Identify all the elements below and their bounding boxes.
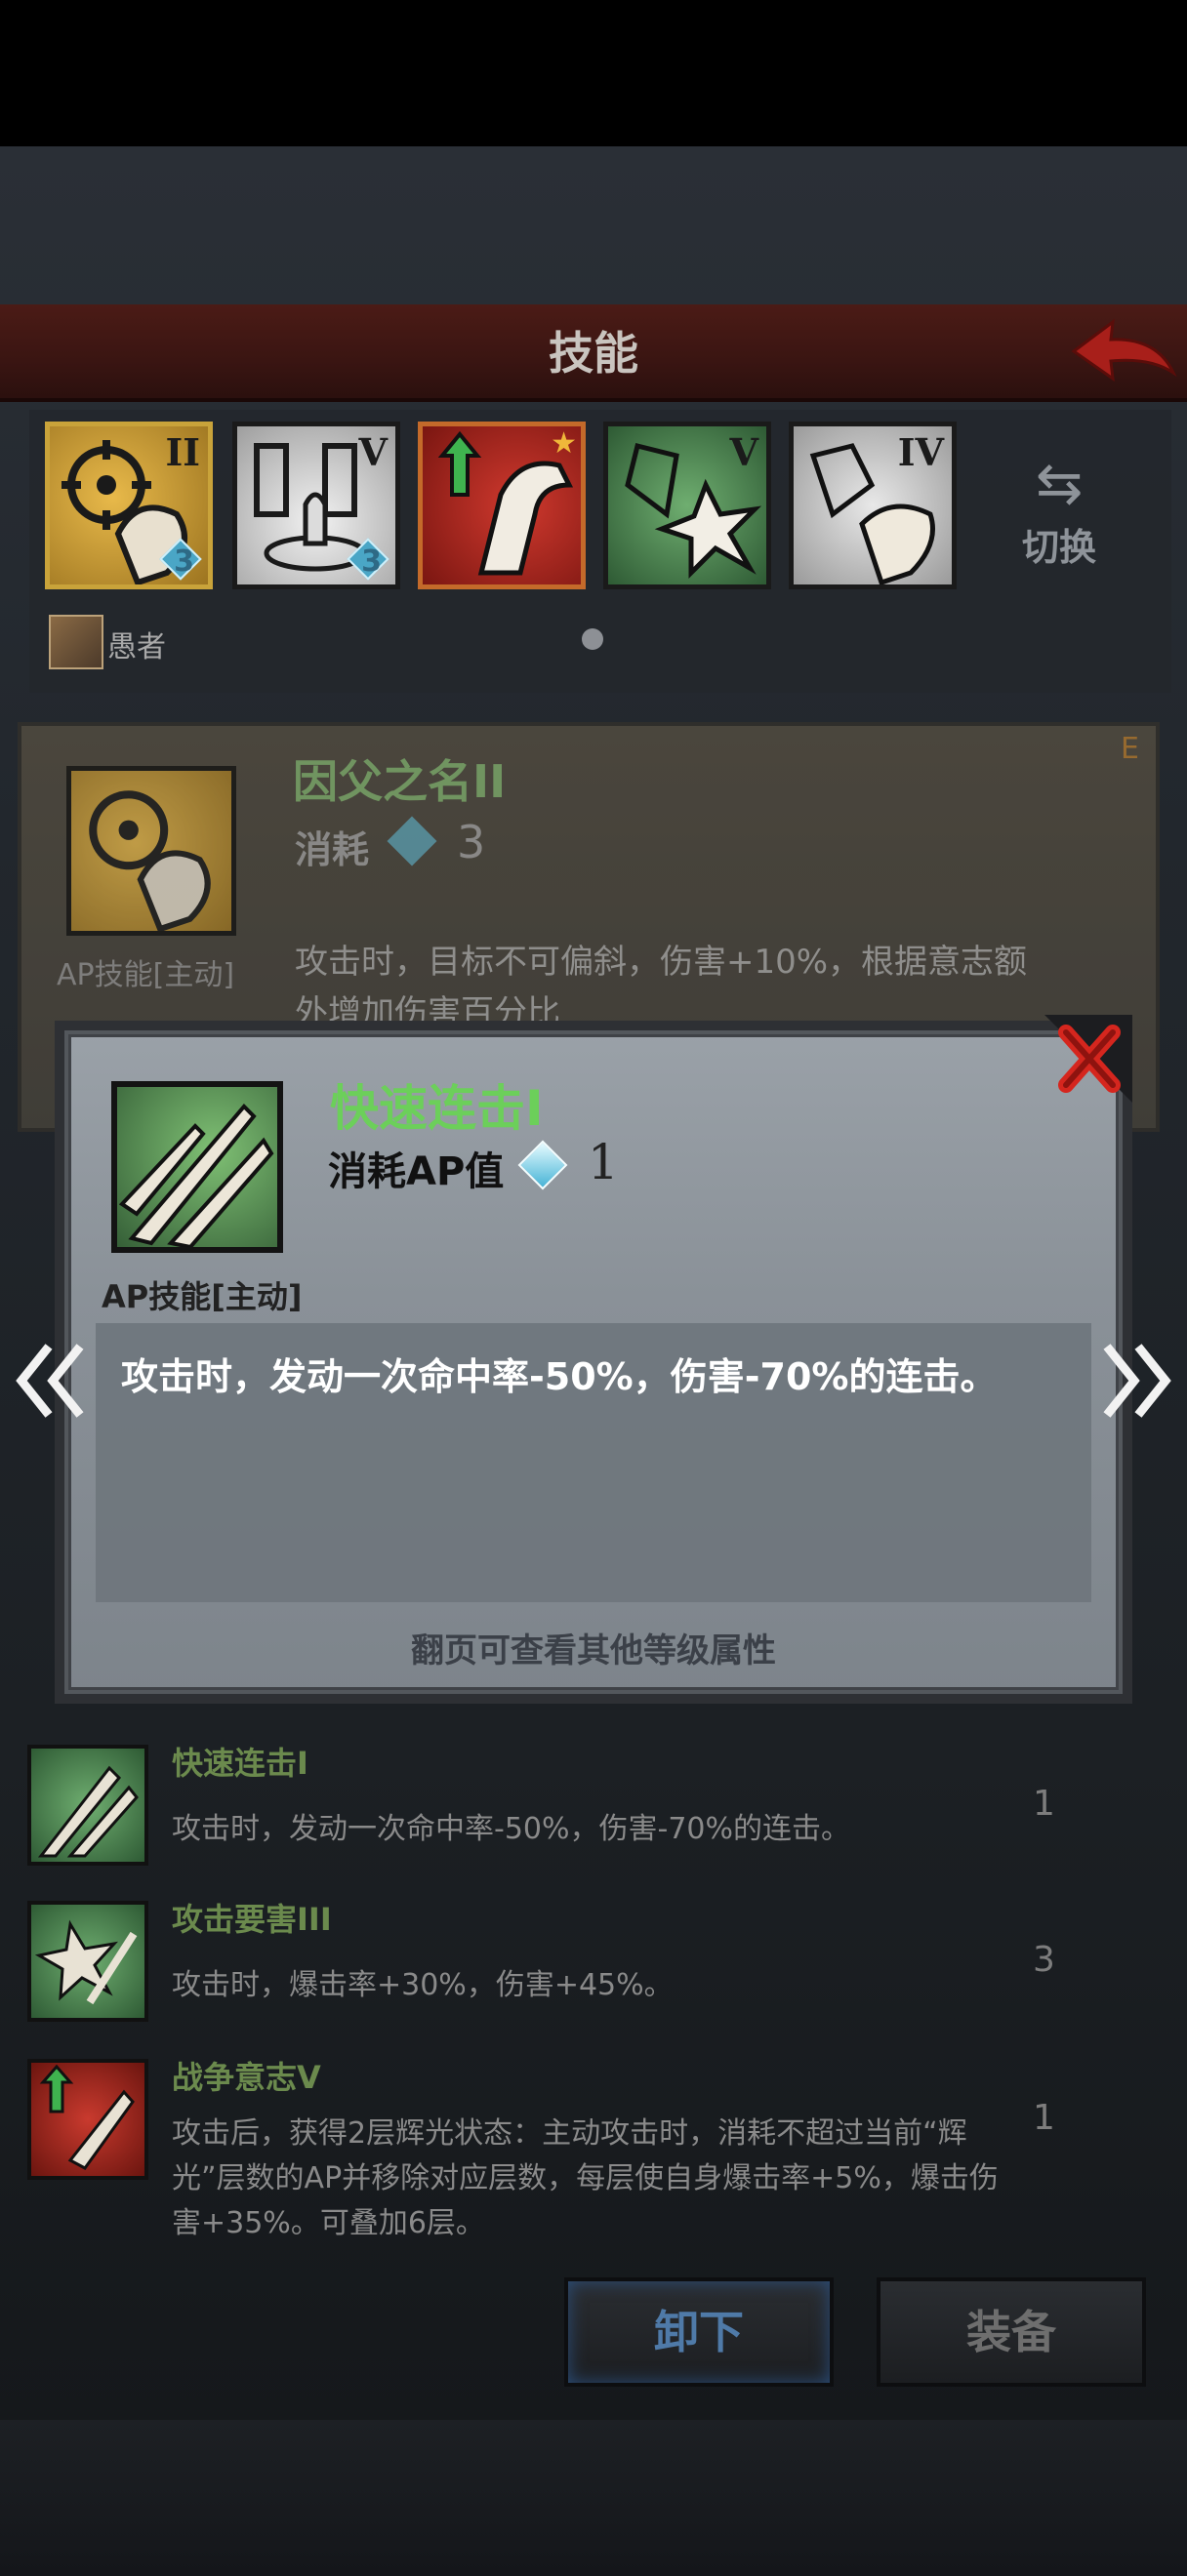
selected-skill-description: 攻击时，目标不可偏斜，伤害+10%，根据意志额外增加伤害百分比 bbox=[295, 943, 1028, 1025]
previous-page-button[interactable] bbox=[14, 1337, 92, 1425]
popup-description: 攻击时，发动一次命中率-50%，伤害-70%的连击。 bbox=[121, 1355, 998, 1398]
skill-slot-5[interactable]: IV bbox=[789, 422, 957, 589]
list-skill-cost: 1 bbox=[1033, 2098, 1055, 2138]
popup-skill-type: AP技能[主动] bbox=[102, 1278, 303, 1315]
bottom-background bbox=[0, 2420, 1187, 2576]
popup-cost-value: 1 bbox=[588, 1134, 619, 1190]
next-page-button[interactable] bbox=[1095, 1337, 1173, 1425]
card-corner-mark: E bbox=[1121, 732, 1139, 766]
list-item[interactable]: 攻击要害III 攻击时，爆击率+30%，伤害+45%。 3 bbox=[27, 1901, 1160, 2047]
selected-skill-cost-label: 消耗 bbox=[295, 828, 370, 871]
list-skill-cost: 1 bbox=[1033, 1784, 1055, 1824]
burst-sword-icon bbox=[27, 1901, 148, 2022]
claw-slash-icon bbox=[118, 1104, 274, 1247]
status-bar-area bbox=[0, 0, 1187, 146]
page-title: 技能 bbox=[549, 327, 638, 380]
chevron-double-right-icon bbox=[1103, 1344, 1171, 1418]
list-skill-name: 攻击要害III bbox=[172, 1901, 332, 1938]
popup-page-hint: 翻页可查看其他等级属性 bbox=[411, 1631, 776, 1670]
back-button[interactable] bbox=[1064, 312, 1181, 390]
list-skill-name: 快速连击I bbox=[172, 1745, 308, 1782]
ap-badge-value: 3 bbox=[174, 544, 194, 579]
list-skill-description: 攻击时，发动一次命中率-50%，伤害-70%的连击。 bbox=[172, 1812, 851, 1846]
page-indicator-dot bbox=[582, 628, 603, 650]
slot-level: IV bbox=[897, 430, 944, 474]
back-arrow-icon bbox=[1071, 318, 1177, 382]
list-item[interactable]: 战争意志V 攻击后，获得2层辉光状态：主动攻击时，消耗不超过当前“辉光”层数的A… bbox=[27, 2059, 1160, 2244]
war-will-icon bbox=[27, 2059, 148, 2180]
list-skill-name: 战争意志V bbox=[172, 2059, 321, 2096]
switch-button[interactable]: ⇆ 切换 bbox=[1005, 449, 1113, 585]
list-item[interactable]: 快速连击I 攻击时，发动一次命中率-50%，伤害-70%的连击。 1 bbox=[27, 1745, 1160, 1891]
slot-level: V bbox=[729, 430, 758, 474]
equip-button[interactable]: 装备 bbox=[877, 2277, 1146, 2387]
slot-level: II bbox=[165, 430, 200, 474]
slot-level: V bbox=[358, 430, 388, 474]
ap-badge-value: 3 bbox=[361, 544, 382, 579]
popup-skill-icon bbox=[111, 1081, 283, 1253]
skill-slot-2[interactable]: V 3 bbox=[232, 422, 400, 589]
switch-label: 切换 bbox=[1021, 526, 1096, 569]
character-name: 愚者 bbox=[107, 630, 166, 664]
skill-slot-4[interactable]: V bbox=[603, 422, 771, 589]
popup-cost-label: 消耗AP值 bbox=[328, 1149, 505, 1194]
target-icon bbox=[89, 790, 211, 931]
claw-slash-icon bbox=[27, 1745, 148, 1866]
selected-skill-type: AP技能[主动] bbox=[57, 958, 235, 992]
avatar[interactable] bbox=[49, 615, 103, 669]
popup-skill-name: 快速连击I bbox=[330, 1080, 544, 1137]
selected-skill-cost: 3 bbox=[457, 816, 486, 868]
selected-skill-name: 因父之名II bbox=[293, 755, 507, 808]
selected-skill-icon bbox=[66, 766, 236, 936]
swap-arrows-icon: ⇆ bbox=[1035, 450, 1084, 516]
close-icon bbox=[1044, 1015, 1132, 1103]
skill-slot-3[interactable]: ★ bbox=[418, 422, 586, 589]
list-skill-description: 攻击时，爆击率+30%，伤害+45%。 bbox=[172, 1968, 674, 2002]
skill-art-charge: ★ bbox=[423, 426, 581, 584]
list-skill-description: 攻击后，获得2层辉光状态：主动攻击时，消耗不超过当前“辉光”层数的AP并移除对应… bbox=[172, 2116, 999, 2240]
list-skill-cost: 3 bbox=[1033, 1940, 1055, 1980]
chevron-double-left-icon bbox=[16, 1344, 84, 1418]
unequip-button[interactable]: 卸下 bbox=[564, 2277, 834, 2387]
skill-slot-1[interactable]: II 3 bbox=[45, 422, 213, 589]
star-icon: ★ bbox=[551, 426, 577, 461]
close-button[interactable] bbox=[1044, 1015, 1132, 1103]
